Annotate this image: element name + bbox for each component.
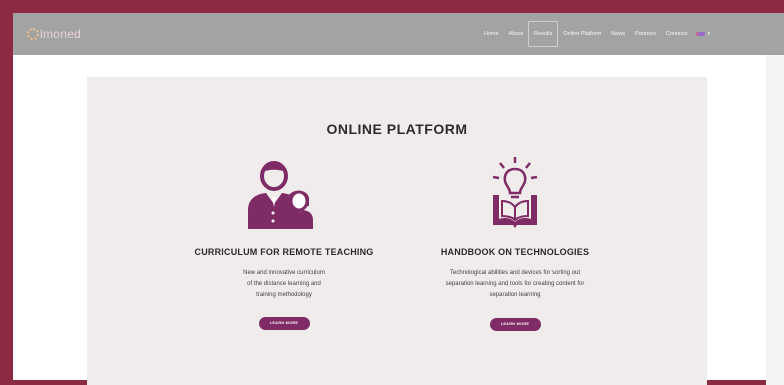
window-frame-top: [0, 0, 784, 13]
main-nav: Home About Results Online Platform News …: [479, 13, 710, 55]
language-selector[interactable]: ▾: [695, 31, 711, 37]
nav-home[interactable]: Home: [479, 21, 504, 47]
section-title: ONLINE PLATFORM: [326, 121, 468, 137]
nav-about[interactable]: About: [504, 21, 528, 47]
site-logo[interactable]: lmoned: [27, 27, 81, 41]
logo-ring-icon: [27, 28, 39, 40]
learn-more-button[interactable]: LEARN MORE: [258, 317, 310, 330]
nav-news[interactable]: News: [606, 21, 630, 47]
card-heading: CURRICULUM FOR REMOTE TEACHING: [194, 247, 374, 257]
online-platform-section: ONLINE PLATFORM CURRICULUM FOR REMOTE TE…: [87, 77, 707, 385]
nav-partners[interactable]: Partners: [630, 21, 661, 47]
window-frame-left: [0, 0, 13, 385]
curriculum-card: CURRICULUM FOR REMOTE TEACHING New and i…: [164, 157, 404, 330]
logo-text: lmoned: [40, 27, 82, 41]
nav-contacts[interactable]: Contacts: [661, 21, 693, 47]
teacher-student-icon: [248, 161, 313, 229]
flag-icon: [695, 32, 705, 36]
handbook-card: HANDBOOK ON TECHNOLOGIES Technological a…: [395, 157, 635, 331]
nav-results[interactable]: Results: [528, 21, 559, 47]
site-header: lmoned Home About Results Online Platfor…: [13, 13, 784, 55]
nav-online-platform[interactable]: Online Platform: [558, 21, 606, 47]
page-right-margin: [766, 13, 784, 385]
book-lightbulb-icon: [492, 157, 538, 228]
card-description: New and innovative curriculum of the dis…: [243, 270, 325, 298]
learn-more-button[interactable]: LEARN MORE: [489, 318, 541, 331]
card-heading: HANDBOOK ON TECHNOLOGIES: [440, 247, 590, 257]
chevron-down-icon: ▾: [707, 31, 711, 37]
card-description: Technological abilities and devices for …: [445, 270, 585, 298]
